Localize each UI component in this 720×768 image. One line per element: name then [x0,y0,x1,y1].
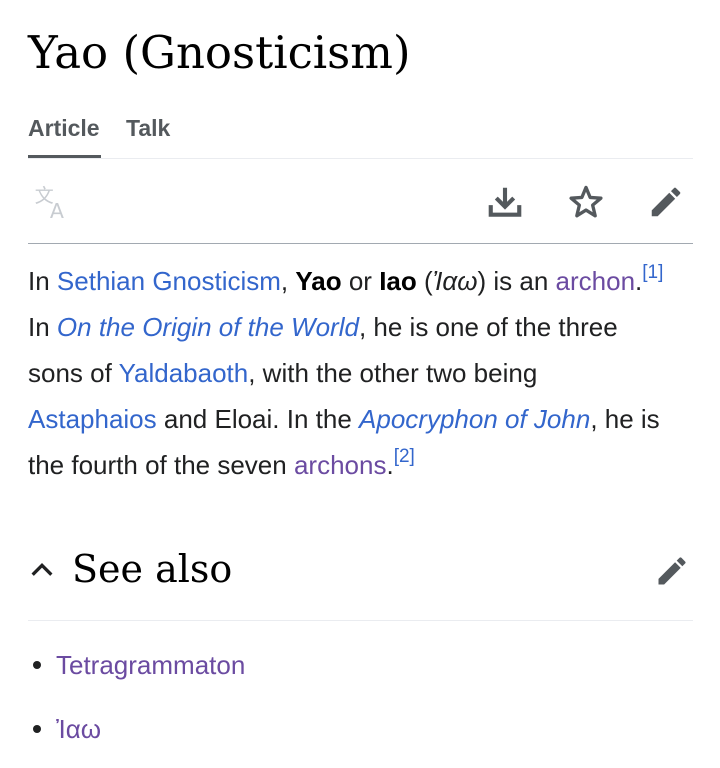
article-page: Yao (Gnosticism) Article Talk 文 A In Set… [0,0,720,766]
translate-icon: 文 A [35,185,64,221]
link-on-the-origin-of-the-world[interactable]: On the Origin of the World [57,312,359,342]
reference-2[interactable]: [2] [394,446,415,467]
reference-1[interactable]: [1] [642,262,663,283]
text-run: In [28,266,57,296]
toolbar-divider [28,243,693,244]
link-yaldabaoth[interactable]: Yaldabaoth [119,358,249,388]
intro-paragraph: In Sethian Gnosticism, Yao or Iao (Ἰαω) … [28,258,668,488]
link-archons[interactable]: archons [294,450,387,480]
link-astaphaios[interactable]: Astaphaios [28,404,157,434]
section-header-see-also[interactable]: See also [28,538,693,602]
star-icon[interactable] [567,183,605,221]
section-divider [28,620,693,621]
see-also-list: Tetragrammaton Ἰαω [28,640,668,768]
text-run: , [280,266,296,296]
text-run: ) is an [477,266,556,296]
bullet-icon [33,661,41,669]
text-run: ( [416,266,433,296]
edit-pencil-icon[interactable] [647,183,685,221]
term-yao: Yao [295,266,342,296]
tab-talk[interactable]: Talk [126,110,174,158]
link-sethian-gnosticism[interactable]: Sethian Gnosticism [57,266,281,296]
edit-section-icon[interactable] [654,553,690,589]
link-text: On the Origin of the World [56,312,359,342]
link-tetragrammaton[interactable]: Tetragrammaton [56,640,245,690]
link-apocryphon-of-john[interactable]: Apocryphon of John [359,404,590,434]
tab-article[interactable]: Article [28,110,101,158]
text-run: or [341,266,380,296]
page-tabs: Article Talk [28,110,693,158]
text-run: . [386,450,394,480]
section-title: See also [72,547,233,591]
tabs-divider [28,158,693,159]
download-icon[interactable] [486,183,524,221]
greek-term: Ἰαω [432,266,478,296]
text-run: In [28,312,57,342]
term-iao: Iao [379,266,417,296]
text-run: and Eloai. In the [156,404,360,434]
svg-text:A: A [50,199,64,221]
list-item: Tetragrammaton [28,640,668,704]
page-title: Yao (Gnosticism) [28,26,411,79]
link-archon[interactable]: archon [556,266,636,296]
article-body: In Sethian Gnosticism, Yao or Iao (Ἰαω) … [28,258,668,488]
list-item: Ἰαω [28,704,668,768]
bullet-icon [33,725,41,733]
text-run: , with the other two being [248,358,538,388]
link-iao-greek[interactable]: Ἰαω [56,704,101,754]
link-text: Apocryphon of John [359,404,591,434]
chevron-up-icon[interactable] [28,556,56,584]
